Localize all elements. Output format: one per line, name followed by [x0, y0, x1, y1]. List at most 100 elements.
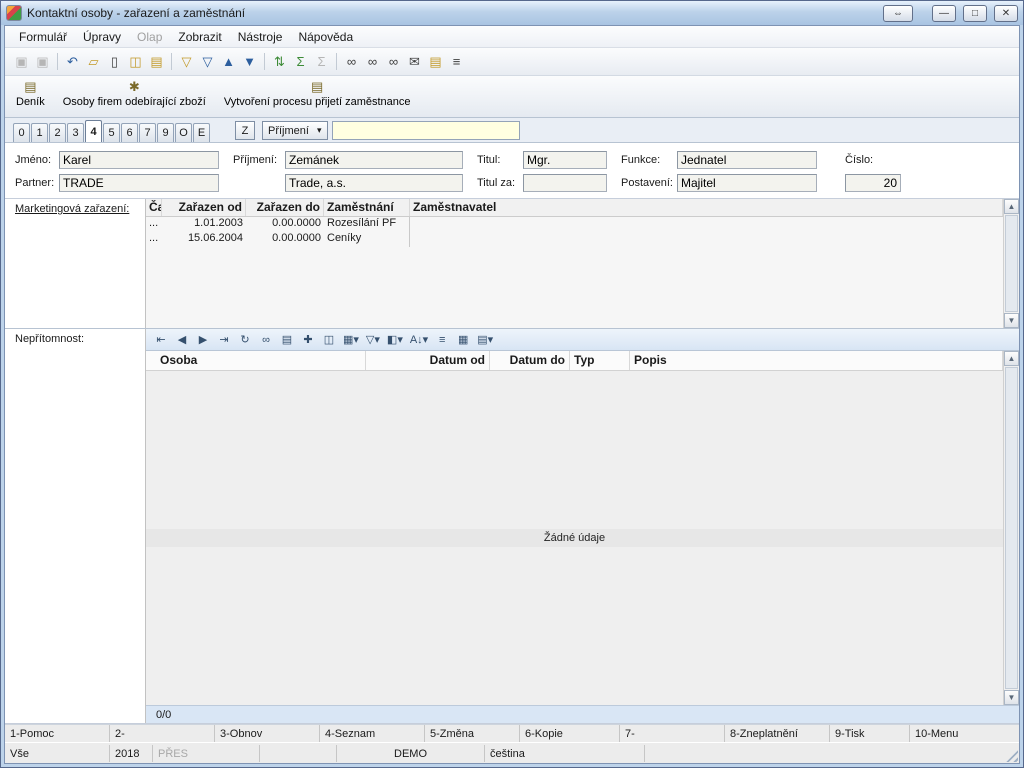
function-key[interactable]: 10-Menu [910, 725, 1019, 742]
function-key[interactable]: 2- [110, 725, 215, 742]
column-header[interactable]: Čas [146, 199, 162, 216]
find-icon[interactable]: ∞ [257, 331, 275, 349]
last-record-icon[interactable]: ⇥ [215, 331, 233, 349]
column-header[interactable]: Datum do [490, 351, 570, 370]
record-tab[interactable]: 9 [157, 123, 174, 142]
scroll-down-icon[interactable]: ▼ [1004, 690, 1019, 705]
next-record-icon[interactable]: ▶ [194, 331, 212, 349]
filter-edit-icon[interactable]: ▽ [197, 51, 218, 72]
journal-edit-icon[interactable]: ▤ [425, 51, 446, 72]
table-row[interactable]: ... 1.01.2003 0.00.0000 Rozesílání PF [146, 217, 1019, 232]
menu-item[interactable]: Zobrazit [170, 27, 229, 47]
pivot-icon[interactable]: ◧▾ [385, 331, 405, 349]
print-icon[interactable]: ▤ [278, 331, 296, 349]
function-key[interactable]: 3-Obnov [215, 725, 320, 742]
action-button[interactable]: ▤ Deník [13, 78, 48, 109]
function-key[interactable]: 5-Změna [425, 725, 520, 742]
record-tab[interactable]: E [193, 123, 210, 142]
minimize-button[interactable]: — [932, 5, 956, 22]
function-key[interactable]: 8-Zneplatnění [725, 725, 830, 742]
function-key[interactable]: 6-Kopie [520, 725, 620, 742]
action-button[interactable]: ▤ Vytvoření procesu přijetí zaměstnance [221, 78, 414, 109]
record-tab[interactable]: 0 [13, 123, 30, 142]
copy-record-icon[interactable]: ◫ [320, 331, 338, 349]
menu-list-icon[interactable]: ≡ [446, 51, 467, 72]
report-icon[interactable]: ▤▾ [475, 331, 495, 349]
excel-export-icon[interactable]: ▦ [454, 331, 472, 349]
search-input[interactable] [332, 121, 520, 140]
menu-item[interactable]: Formulář [11, 27, 75, 47]
record-tab[interactable]: 4 [85, 120, 102, 142]
scrollbar[interactable]: ▲ ▼ [1003, 199, 1019, 328]
scrollbar-track[interactable] [1005, 215, 1018, 312]
jmeno-field[interactable] [59, 151, 219, 169]
partner-field[interactable] [59, 174, 219, 192]
sort-icon[interactable]: A↓▾ [408, 331, 430, 349]
mail-icon[interactable]: ✉ [404, 51, 425, 72]
search-by-combo[interactable]: Příjmení ▾ [262, 121, 328, 140]
column-header[interactable]: Zařazen od [162, 199, 246, 216]
record-tab[interactable]: 2 [49, 123, 66, 142]
move-down-icon[interactable]: ▼ [239, 51, 260, 72]
function-key[interactable]: 7- [620, 725, 725, 742]
refresh-icon[interactable]: ↻ [236, 331, 254, 349]
new-record-icon[interactable]: ▯ [104, 51, 125, 72]
scrollbar[interactable]: ▲ ▼ [1003, 351, 1019, 705]
menu-item[interactable]: Nápověda [290, 27, 361, 47]
find-icon[interactable]: ∞ [341, 51, 362, 72]
find-related-icon[interactable]: ∞ [383, 51, 404, 72]
copy-icon[interactable]: ◫ [125, 51, 146, 72]
sum-disabled-icon[interactable]: Σ [311, 51, 332, 72]
titul-za-field[interactable] [523, 174, 607, 192]
find-next-icon[interactable]: ∞ [362, 51, 383, 72]
sum-icon[interactable]: Σ [290, 51, 311, 72]
save-icon[interactable]: ▣ [11, 51, 32, 72]
menu-item[interactable]: Úpravy [75, 27, 129, 47]
function-key[interactable]: 1-Pomoc [5, 725, 110, 742]
scroll-up-icon[interactable]: ▲ [1004, 351, 1019, 366]
column-header[interactable]: Zaměstnání [324, 199, 410, 216]
move-up-icon[interactable]: ▲ [218, 51, 239, 72]
postaveni-field[interactable] [677, 174, 817, 192]
scroll-up-icon[interactable]: ▲ [1004, 199, 1019, 214]
table-row[interactable]: ... 15.06.2004 0.00.0000 Ceníky [146, 232, 1019, 247]
z-button[interactable]: Z [235, 121, 255, 140]
record-tab[interactable]: O [175, 123, 192, 142]
maximize-button[interactable]: □ [963, 5, 987, 22]
column-header[interactable]: Datum od [366, 351, 490, 370]
undo-icon[interactable]: ↶ [62, 51, 83, 72]
add-record-icon[interactable]: ✚ [299, 331, 317, 349]
column-header[interactable]: Popis [630, 351, 1003, 370]
switch-window-button[interactable]: ⇔ [883, 5, 913, 22]
first-record-icon[interactable]: ⇤ [152, 331, 170, 349]
record-tab[interactable]: 3 [67, 123, 84, 142]
partner-name-field[interactable] [285, 174, 463, 192]
record-tab[interactable]: 6 [121, 123, 138, 142]
menu-item[interactable]: Nástroje [230, 27, 291, 47]
menu-item[interactable]: Olap [129, 27, 170, 47]
close-button[interactable]: ✕ [994, 5, 1018, 22]
titul-field[interactable] [523, 151, 607, 169]
scroll-down-icon[interactable]: ▼ [1004, 313, 1019, 328]
details-list-icon[interactable]: ≡ [433, 331, 451, 349]
scrollbar-track[interactable] [1005, 367, 1018, 689]
column-header[interactable]: Zařazen do [246, 199, 324, 216]
column-header[interactable]: Zaměstnavatel [410, 199, 1003, 216]
calendar-icon[interactable]: ▦▾ [341, 331, 361, 349]
record-tab[interactable]: 1 [31, 123, 48, 142]
filter-icon[interactable]: ▽ [176, 51, 197, 72]
funkce-field[interactable] [677, 151, 817, 169]
recalc-icon[interactable]: ⇅ [269, 51, 290, 72]
open-icon[interactable]: ▱ [83, 51, 104, 72]
save-close-icon[interactable]: ▣ [32, 51, 53, 72]
prijmeni-field[interactable] [285, 151, 463, 169]
record-tab[interactable]: 5 [103, 123, 120, 142]
column-header[interactable]: Typ [570, 351, 630, 370]
function-key[interactable]: 4-Seznam [320, 725, 425, 742]
prev-record-icon[interactable]: ◀ [173, 331, 191, 349]
function-key[interactable]: 9-Tisk [830, 725, 910, 742]
filter-icon[interactable]: ▽▾ [364, 331, 382, 349]
column-header[interactable]: Osoba [146, 351, 366, 370]
record-tab[interactable]: 7 [139, 123, 156, 142]
notes-icon[interactable]: ▤ [146, 51, 167, 72]
